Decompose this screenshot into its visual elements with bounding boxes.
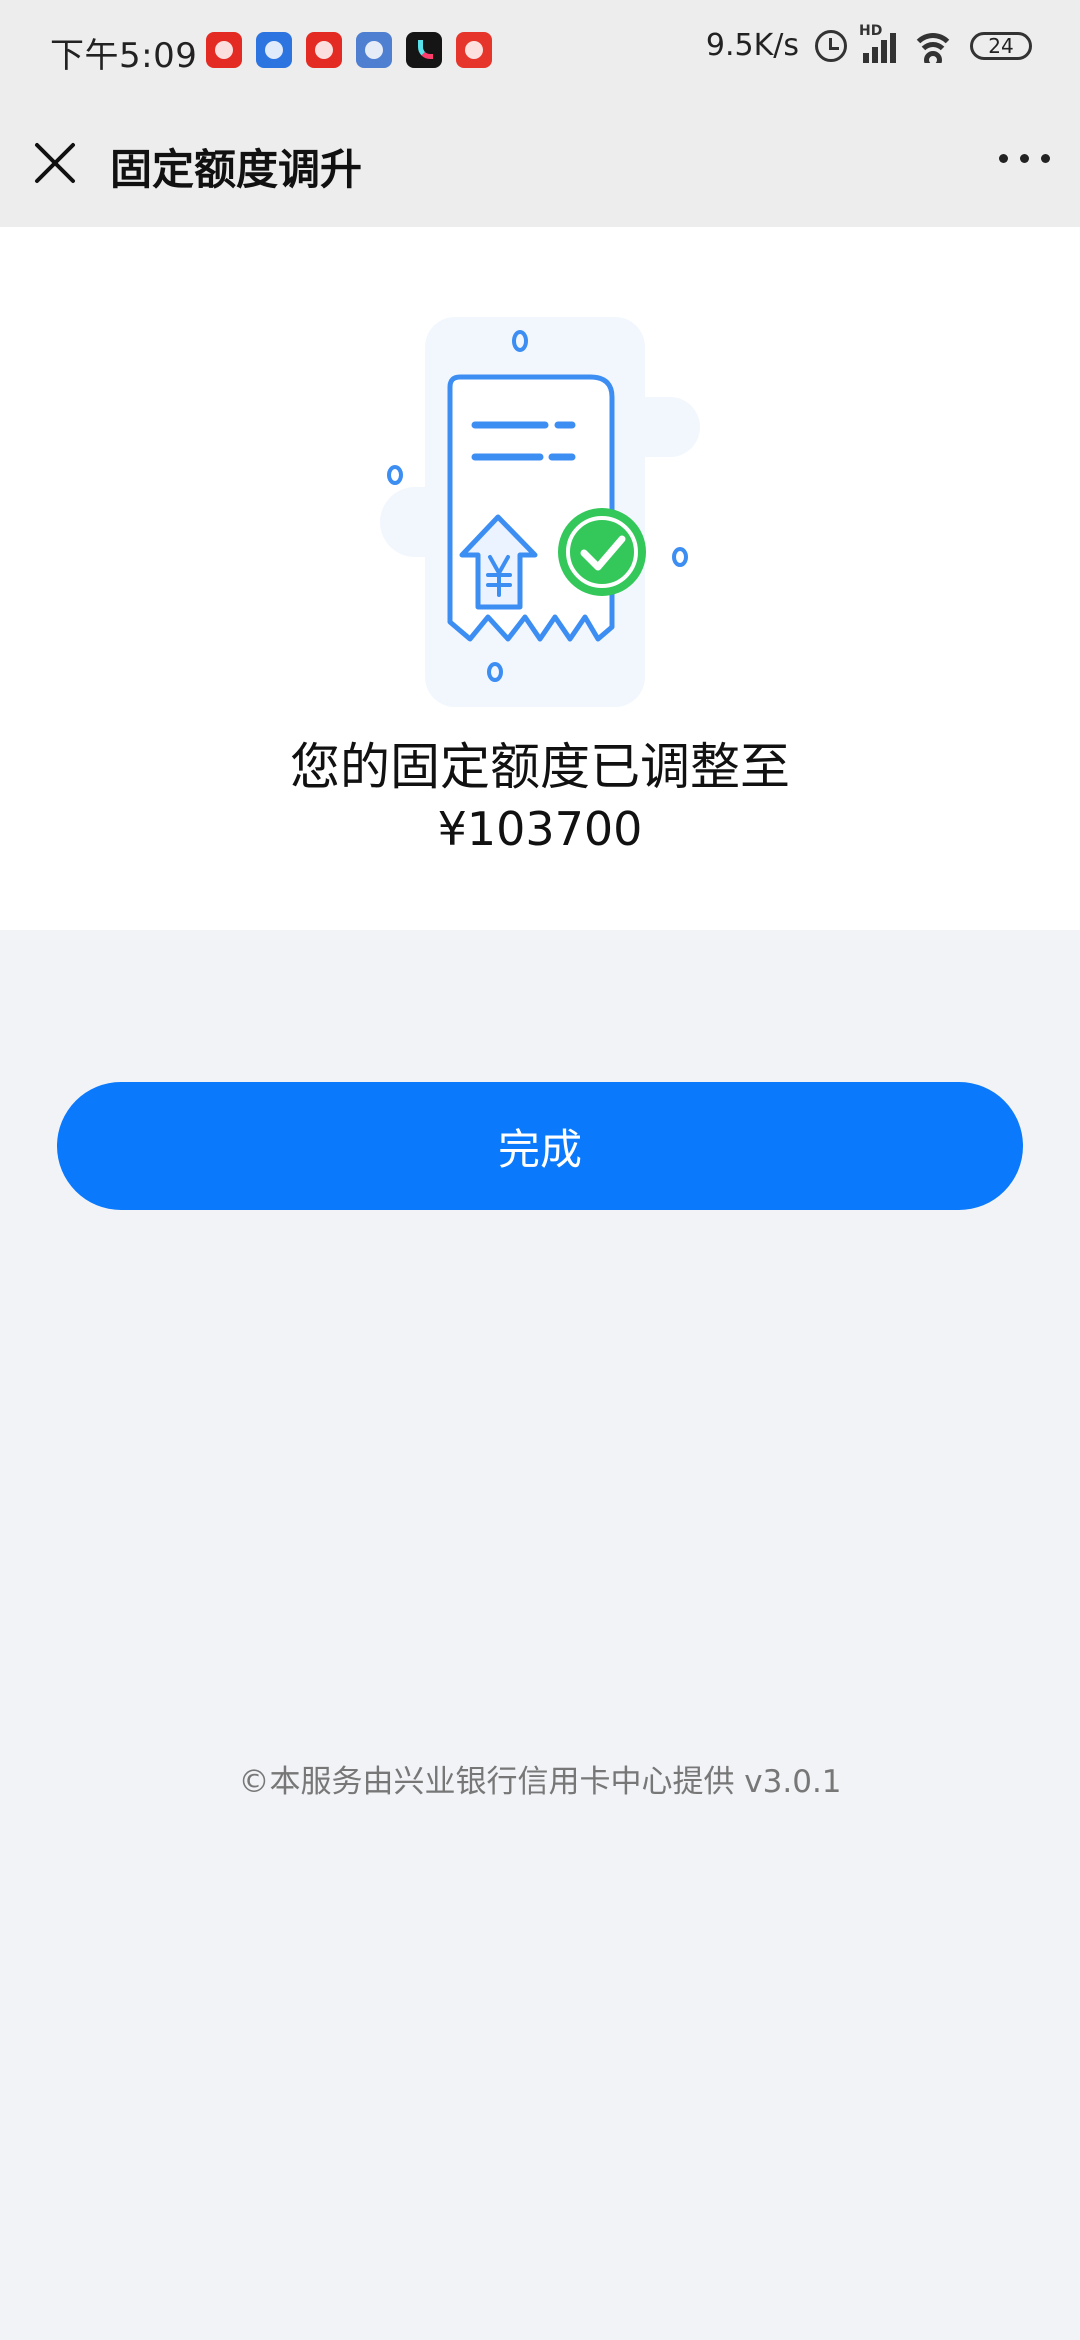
done-button[interactable]: 完成 xyxy=(57,1082,1023,1210)
more-options-icon[interactable] xyxy=(999,154,1050,163)
red-bank-app-icon xyxy=(456,32,492,68)
footer-note: ©本服务由兴业银行信用卡中心提供 v3.0.1 xyxy=(238,1764,842,1800)
battery-icon: 24 xyxy=(970,31,1032,60)
result-amount: ¥103700 xyxy=(437,802,643,856)
network-speed: 9.5K/s xyxy=(705,28,799,63)
news-app-icon xyxy=(206,32,242,68)
limit-increase-illustration xyxy=(380,317,700,707)
result-card: 您的固定额度已调整至 ¥103700 xyxy=(0,227,1080,930)
blue-app-icon xyxy=(256,32,292,68)
result-title: 您的固定额度已调整至 xyxy=(290,738,790,796)
nav-bar: 固定额度调升 xyxy=(0,100,1080,227)
signal-icon: HD xyxy=(859,23,896,63)
blue-chart-app-icon xyxy=(356,32,392,68)
notification-icons xyxy=(206,32,492,68)
status-time: 下午5:09 xyxy=(50,36,198,76)
wifi-icon xyxy=(912,29,954,63)
close-icon[interactable] xyxy=(30,138,80,188)
hd-label: HD xyxy=(859,22,883,39)
tiktok-icon xyxy=(406,32,442,68)
page-title: 固定额度调升 xyxy=(110,145,363,194)
status-bar: 下午5:09 9.5K/s HD 24 xyxy=(0,0,1080,100)
status-right: 9.5K/s HD 24 xyxy=(705,23,1032,63)
red-chart-app-icon xyxy=(306,32,342,68)
alarm-icon xyxy=(815,29,847,62)
